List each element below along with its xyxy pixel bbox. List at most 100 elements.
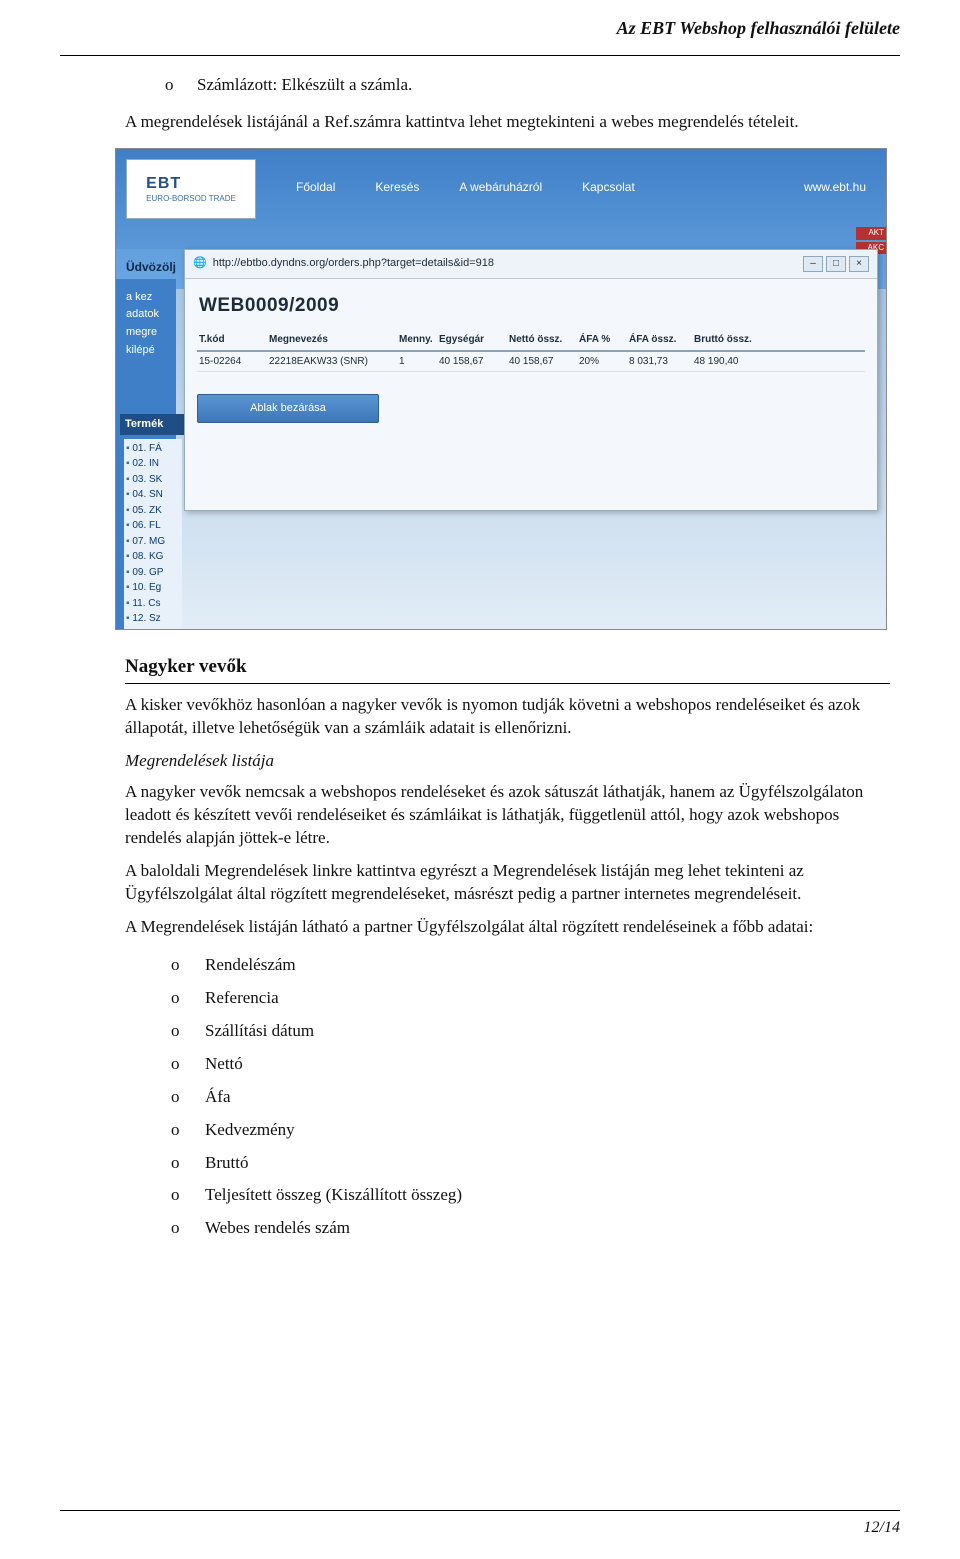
- list-item: o Szállítási dátum: [171, 1015, 890, 1048]
- bullet-icon: o: [171, 1184, 185, 1207]
- menu-home[interactable]: Főoldal: [296, 179, 335, 195]
- li-0: Rendelészám: [205, 954, 296, 977]
- welcome-label: Üdvözölj: [126, 259, 176, 275]
- intro-item-text: Számlázott: Elkészült a számla.: [197, 74, 412, 97]
- close-icon[interactable]: ×: [849, 256, 869, 272]
- logo-sub: EURO-BORSOD TRADE: [146, 194, 236, 205]
- popup-body: WEB0009/2009 T.kód Megnevezés Menny. Egy…: [185, 279, 877, 431]
- termek-04[interactable]: 04. SN: [126, 487, 180, 503]
- td-brutto: 48 190,40: [694, 355, 774, 369]
- td-egysegar: 40 158,67: [439, 355, 509, 369]
- termek-02[interactable]: 02. IN: [126, 456, 180, 472]
- td-netto: 40 158,67: [509, 355, 579, 369]
- termek-08[interactable]: 08. KG: [126, 549, 180, 565]
- section-p2: A nagyker vevők nemcsak a webshopos rend…: [125, 781, 890, 850]
- list-item: o Bruttó: [171, 1147, 890, 1180]
- termek-header: Termék: [120, 414, 190, 435]
- termek-list: 01. FÁ 02. IN 03. SK 04. SN 05. ZK 06. F…: [124, 439, 182, 630]
- li-7: Teljesített összeg (Kiszállított összeg): [205, 1184, 462, 1207]
- li-6: Bruttó: [205, 1152, 248, 1175]
- th-brutto: Bruttó össz.: [694, 333, 774, 347]
- li-1: Referencia: [205, 987, 279, 1010]
- termek-12[interactable]: 12. Sz: [126, 611, 180, 627]
- bullet-icon: o: [171, 1152, 185, 1175]
- order-table-head: T.kód Megnevezés Menny. Egységár Nettó ö…: [197, 330, 865, 352]
- list-item: o Áfa: [171, 1081, 890, 1114]
- embedded-screenshot: EBT EURO-BORSOD TRADE Főoldal Keresés A …: [115, 148, 887, 630]
- th-afa: ÁFA össz.: [629, 333, 694, 347]
- footer-rule: [60, 1510, 900, 1511]
- menu-search[interactable]: Keresés: [375, 179, 419, 195]
- termek-09[interactable]: 09. GP: [126, 565, 180, 581]
- li-5: Kedvezmény: [205, 1119, 295, 1142]
- bullet-icon: o: [171, 1053, 185, 1076]
- list-item: o Webes rendelés szám: [171, 1212, 890, 1245]
- side-item-2[interactable]: megre: [126, 324, 159, 342]
- td-megnev: 22218EAKW33 (SNR): [269, 355, 399, 369]
- menu-url[interactable]: www.ebt.hu: [804, 179, 866, 195]
- order-detail-popup: 🌐 http://ebtbo.dyndns.org/orders.php?tar…: [184, 249, 878, 511]
- termek-07[interactable]: 07. MG: [126, 534, 180, 550]
- close-window-button[interactable]: Ablak bezárása: [197, 394, 379, 423]
- intro-list-item: o Számlázott: Elkészült a számla.: [125, 66, 890, 103]
- th-netto: Nettó össz.: [509, 333, 579, 347]
- side-item-3[interactable]: kilépé: [126, 342, 159, 360]
- section-p3: A baloldali Megrendelések linkre kattint…: [125, 860, 890, 906]
- footer: 12/14: [60, 1510, 900, 1539]
- bullet-icon: o: [171, 954, 185, 977]
- termek-06[interactable]: 06. FL: [126, 518, 180, 534]
- heading-rule: [125, 683, 890, 684]
- bullet-icon: o: [171, 1020, 185, 1043]
- termek-10[interactable]: 10. Eg: [126, 580, 180, 596]
- menu-about[interactable]: A webáruházról: [459, 179, 542, 195]
- termek-13[interactable]: 13. Ek: [126, 627, 180, 630]
- popup-url: http://ebtbo.dyndns.org/orders.php?targe…: [213, 256, 494, 271]
- td-afapct: 20%: [579, 355, 629, 369]
- fig-menu: Főoldal Keresés A webáruházról Kapcsolat…: [296, 179, 866, 195]
- li-2: Szállítási dátum: [205, 1020, 314, 1043]
- section-p1: A kisker vevőkhöz hasonlóan a nagyker ve…: [125, 694, 890, 740]
- section-subhead: Megrendelések listája: [125, 750, 890, 773]
- menu-contact[interactable]: Kapcsolat: [582, 179, 635, 195]
- list-item: o Teljesített összeg (Kiszállított összeg…: [171, 1179, 890, 1212]
- li-3: Nettó: [205, 1053, 243, 1076]
- attributes-list: o Rendelészám o Referencia o Szállítási dát…: [125, 949, 890, 1245]
- li-4: Áfa: [205, 1086, 230, 1109]
- section-p4: A Megrendelések listáján látható a partn…: [125, 916, 890, 939]
- page-number: 12/14: [60, 1517, 900, 1539]
- list-item: o Rendelészám: [171, 949, 890, 982]
- bullet-icon: o: [171, 1217, 185, 1240]
- termek-03[interactable]: 03. SK: [126, 472, 180, 488]
- maximize-icon[interactable]: □: [826, 256, 846, 272]
- side-item-1[interactable]: adatok: [126, 306, 159, 324]
- termek-11[interactable]: 11. Cs: [126, 596, 180, 612]
- th-tkod: T.kód: [199, 333, 269, 347]
- termek-01[interactable]: 01. FÁ: [126, 441, 180, 457]
- minimize-icon[interactable]: –: [803, 256, 823, 272]
- th-menny: Menny.: [399, 333, 439, 347]
- th-egysegar: Egységár: [439, 333, 509, 347]
- list-item: o Referencia: [171, 982, 890, 1015]
- termek-05[interactable]: 05. ZK: [126, 503, 180, 519]
- list-item: o Kedvezmény: [171, 1114, 890, 1147]
- side-item-0[interactable]: a kez: [126, 289, 159, 307]
- web-order-number: WEB0009/2009: [197, 287, 865, 331]
- list-item: o Nettó: [171, 1048, 890, 1081]
- li-8: Webes rendelés szám: [205, 1217, 350, 1240]
- th-afapct: ÁFA %: [579, 333, 629, 347]
- th-megnev: Megnevezés: [269, 333, 399, 347]
- ebt-logo: EBT EURO-BORSOD TRADE: [126, 159, 256, 219]
- td-afa: 8 031,73: [629, 355, 694, 369]
- logo-main: EBT: [146, 173, 236, 195]
- page-header-title: Az EBT Webshop felhasználói felülete: [617, 18, 900, 38]
- bullet-icon: o: [171, 987, 185, 1010]
- bullet-icon: o: [171, 1086, 185, 1109]
- order-table-row: 15-02264 22218EAKW33 (SNR) 1 40 158,67 4…: [197, 352, 865, 373]
- td-menny: 1: [399, 355, 439, 369]
- td-tkod: 15-02264: [199, 355, 269, 369]
- address-icon: 🌐: [193, 256, 207, 271]
- red-tab-1[interactable]: AKT: [856, 227, 886, 240]
- popup-titlebar: 🌐 http://ebtbo.dyndns.org/orders.php?tar…: [185, 250, 877, 279]
- section-heading: Nagyker vevők: [125, 654, 890, 680]
- bullet-icon: o: [171, 1119, 185, 1142]
